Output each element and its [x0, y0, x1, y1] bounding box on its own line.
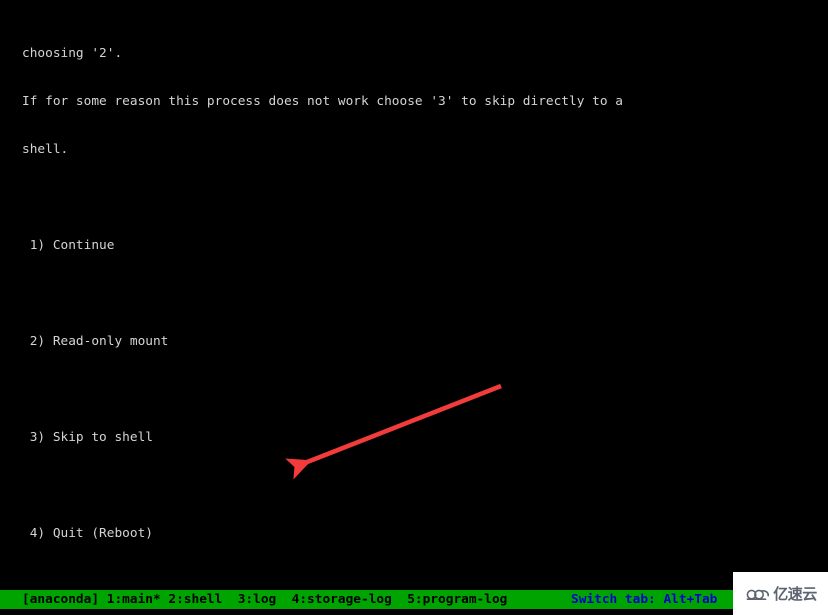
console-output[interactable]: choosing '2'. If for some reason this pr…: [0, 0, 828, 590]
rescue-option-skip-to-shell: 3) Skip to shell: [22, 430, 153, 445]
switch-tab-hint: Switch tab: Alt+Tab: [571, 592, 718, 607]
console-line: If for some reason this process does not…: [22, 94, 623, 109]
status-bar-underfill: [0, 609, 828, 615]
rescue-option-readonly-mount: 2) Read-only mount: [22, 334, 169, 349]
watermark: 亿速云: [733, 572, 828, 615]
status-bar[interactable]: [anaconda] 1:main* 2:shell 3:log 4:stora…: [0, 590, 828, 609]
console-line: choosing '2'.: [22, 46, 123, 61]
status-bar-tabs[interactable]: [anaconda] 1:main* 2:shell 3:log 4:stora…: [22, 590, 507, 609]
terminal-screen: choosing '2'. If for some reason this pr…: [0, 0, 828, 615]
rescue-option-continue: 1) Continue: [22, 238, 115, 253]
console-line-blank: [22, 286, 828, 302]
console-line: shell.: [22, 142, 69, 157]
console-line-blank: [22, 478, 828, 494]
rescue-option-quit-reboot: 4) Quit (Reboot): [22, 526, 153, 541]
console-line-blank: [22, 574, 828, 590]
cloud-icon: [746, 589, 770, 600]
watermark-text: 亿速云: [773, 585, 817, 603]
console-line-blank: [22, 382, 828, 398]
console-line-blank: [22, 190, 828, 206]
